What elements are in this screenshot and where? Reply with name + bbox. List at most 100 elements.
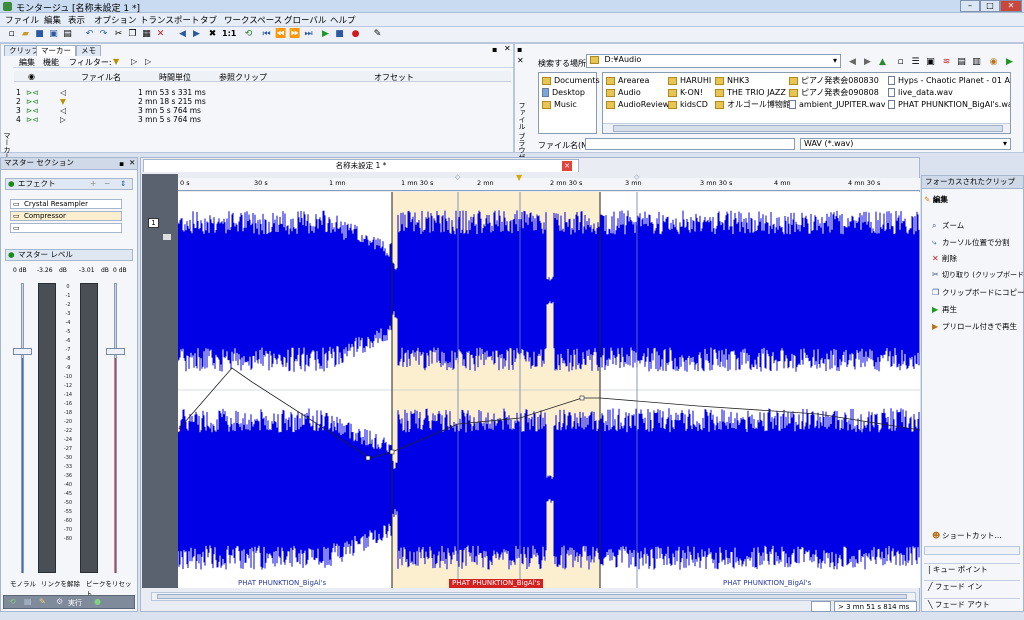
list-view-icon[interactable]: ☰ [910, 57, 921, 68]
marker-flag-icon[interactable]: ▼ [516, 173, 522, 182]
clip-label[interactable]: PHAT PHUNKTION_BigAl's [723, 579, 811, 588]
menu-file[interactable]: ファイル [5, 14, 39, 26]
remove-effect-icon[interactable]: − [104, 179, 110, 189]
list-item[interactable]: ピアノ発表会090808 [789, 87, 879, 98]
stop-icon[interactable]: ■ [334, 29, 345, 40]
fast-forward-icon[interactable]: ⏩ [289, 29, 300, 40]
list-item[interactable]: THE TRIO JAZZ [715, 87, 786, 98]
new-folder-icon[interactable]: ▫ [895, 57, 906, 68]
properties-icon[interactable]: ▤ [62, 29, 73, 40]
marker-filter-menu[interactable]: フィルター: [69, 57, 112, 68]
list-item[interactable]: kidsCD [668, 99, 708, 110]
grid-view-icon[interactable]: ▤ [956, 57, 967, 68]
cue-point-section[interactable]: | キュー ポイント [924, 563, 1020, 575]
list-item[interactable]: PHAT PHUNKTION_BigAl's.wav [888, 99, 1010, 110]
list-item[interactable]: K-ON! [668, 87, 703, 98]
shortcut-item[interactable]: ☻ ショートカット... [932, 530, 1002, 541]
monitor-icon[interactable]: ▤ [24, 597, 32, 606]
place-music[interactable]: Music [542, 99, 577, 110]
filter-icon[interactable]: ▼ [113, 57, 119, 66]
tab-markers[interactable]: マーカー [36, 45, 76, 56]
place-desktop[interactable]: Desktop [542, 87, 585, 98]
file-list-scrollbar[interactable] [603, 123, 1010, 133]
copy-item[interactable]: ❐ クリップボードにコピー [932, 287, 1024, 298]
col-filename[interactable]: ファイル名 [81, 72, 121, 83]
play-icon[interactable]: ▶ [320, 29, 331, 40]
horizontal-scrollbar[interactable] [151, 592, 916, 601]
path-dropdown[interactable]: D:¥Audio ▾ [586, 54, 841, 68]
table-row[interactable]: 1 ⊳⊲ ◁ 1 mn 53 s 331 ms [14, 88, 511, 97]
delete-icon[interactable]: ✕ [155, 29, 166, 40]
fade-out-section[interactable]: ╲ フェード アウト [924, 598, 1020, 610]
panel-close-icon[interactable]: ✕ [504, 44, 511, 53]
play-icon[interactable]: ▶ [1004, 57, 1015, 68]
save-all-icon[interactable]: ▣ [48, 29, 59, 40]
skip-end-icon[interactable]: ⏭ [303, 29, 314, 40]
list-item[interactable]: NHK3 [715, 75, 749, 86]
marker-function-menu[interactable]: 機能 [43, 57, 59, 68]
filetype-dropdown[interactable]: WAV (*.wav) ▾ [800, 138, 1011, 150]
panel-pin-icon[interactable]: ▪ [517, 45, 522, 54]
cut-item[interactable]: ✂切り取り (クリップボードへ移 [932, 270, 1024, 280]
prev-marker-icon[interactable]: ▷ [131, 57, 137, 66]
track-number[interactable]: 1 [148, 218, 159, 228]
track-lock-icon[interactable] [163, 234, 171, 240]
marker-edit-menu[interactable]: 編集 [19, 57, 35, 68]
panel-close-icon[interactable]: ✕ [517, 56, 524, 65]
col-ref-clip[interactable]: 参照クリップ [219, 72, 267, 83]
record-icon[interactable]: ● [350, 29, 361, 40]
maximize-button[interactable]: □ [980, 0, 1000, 12]
list-item[interactable]: Audio [606, 87, 641, 98]
redo-icon[interactable]: ↷ [98, 29, 109, 40]
list-item[interactable]: Hyps - Chaotic Planet - 01 Afro [888, 75, 1010, 86]
play-item[interactable]: ▶ 再生 [932, 304, 957, 315]
sync-icon[interactable]: ⟲ [9, 597, 16, 606]
close-tab-icon[interactable]: ✕ [562, 161, 572, 171]
add-effect-icon[interactable]: + [90, 179, 96, 189]
new-icon[interactable]: ▫ [6, 29, 17, 40]
power-icon[interactable]: ● [8, 179, 15, 189]
power-icon[interactable]: ● [8, 250, 15, 260]
clip-label-selected[interactable]: PHAT PHUNKTION_BigAl's [449, 579, 544, 588]
rewind-start-icon[interactable]: ⏮ [261, 29, 272, 40]
delete-item[interactable]: ✕ 削除 [932, 253, 957, 264]
wrench-icon[interactable]: ✎ [39, 597, 46, 606]
cut-icon[interactable]: ✂ [113, 29, 124, 40]
table-row[interactable]: 3 ⊳⊲ ◁ 3 mn 5 s 764 ms [14, 106, 511, 115]
list-item[interactable]: AudioReview [606, 99, 669, 110]
minimize-button[interactable]: – [960, 0, 980, 12]
place-documents[interactable]: Documents [542, 75, 600, 86]
menu-global[interactable]: グローバル [284, 14, 326, 26]
list-item[interactable]: live_data.wav [888, 87, 953, 98]
split-item[interactable]: ⤷ カーソル位置で分割 [932, 237, 1010, 248]
list-item[interactable]: オルゴール博物館 [715, 99, 791, 110]
back-icon[interactable]: ◀ [847, 57, 858, 68]
tab-memo[interactable]: メモ [76, 45, 101, 56]
effect-slot[interactable]: ▭ Compressor [10, 211, 122, 221]
menu-tab[interactable]: タブ [200, 14, 217, 26]
unlink-button[interactable]: リンクを解除 [41, 578, 80, 588]
zoom-1to1-button[interactable]: 1:1 [222, 29, 236, 38]
forward-icon[interactable]: ▶ [191, 29, 202, 40]
waveform-view-icon[interactable]: ≋ [941, 57, 952, 68]
meter-icon[interactable]: ▥ [971, 57, 982, 68]
preroll-play-item[interactable]: ▶ プリロール付きで再生 [932, 321, 1017, 332]
clip-label[interactable]: PHAT PHUNKTION_BigAl's [238, 579, 326, 588]
copy-icon[interactable]: ❐ [127, 29, 138, 40]
scroll-thumb[interactable] [613, 125, 1003, 132]
detail-view-icon[interactable]: ▣ [925, 57, 936, 68]
effect-slot-empty[interactable]: ▭ [10, 223, 122, 233]
waveform-track[interactable] [178, 192, 920, 588]
table-row[interactable]: 4 ⊳⊲ ▷ 3 mn 5 s 764 ms [14, 115, 511, 124]
right-panel-scrollbar[interactable] [924, 546, 1020, 555]
zoom-item[interactable]: ⌕ ズーム [932, 220, 964, 231]
back-icon[interactable]: ◀ [177, 29, 188, 40]
menu-transport[interactable]: トランスポート [140, 14, 199, 26]
forward-icon[interactable]: ▶ [862, 57, 873, 68]
render-icon[interactable]: ⚙ [56, 597, 63, 606]
fade-in-section[interactable]: ╱ フェード イン [924, 580, 1020, 592]
close-button[interactable]: ✕ [1000, 0, 1022, 12]
loop-icon[interactable]: ⟲ [243, 29, 254, 40]
rewind-icon[interactable]: ⏪ [275, 29, 286, 40]
montage-tab[interactable]: 名称未設定 1 * ✕ [143, 159, 579, 172]
